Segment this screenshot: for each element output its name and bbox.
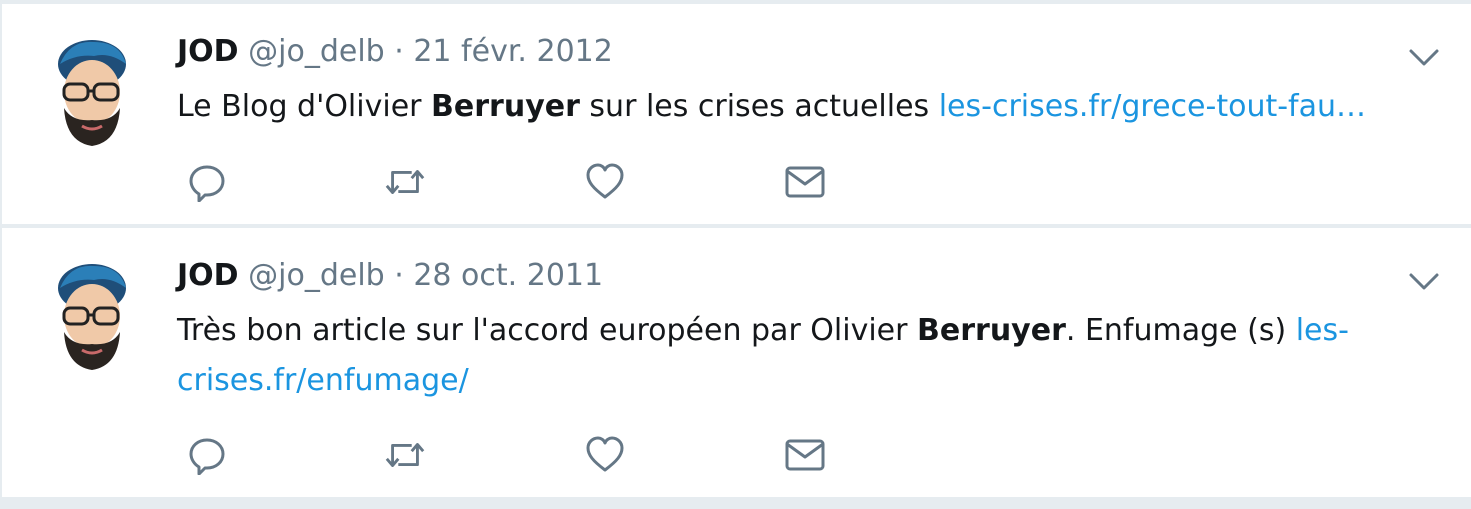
highlighted-term: Berruyer (431, 89, 580, 124)
user-name[interactable]: JOD (177, 258, 239, 293)
text-part: Le Blog d'Olivier (177, 89, 432, 124)
highlighted-term: Berruyer (917, 313, 1066, 348)
retweet-icon[interactable] (383, 433, 427, 477)
direct-message-icon[interactable] (783, 160, 827, 204)
avatar[interactable] (50, 258, 130, 374)
separator: · (394, 34, 404, 69)
reply-icon[interactable] (185, 160, 229, 204)
tweet-actions (185, 160, 845, 204)
chevron-down-icon[interactable] (1407, 264, 1441, 298)
tweet-date[interactable]: 28 oct. 2011 (413, 258, 603, 293)
tweet-text: Le Blog d'Olivier Berruyer sur les crise… (177, 82, 1377, 132)
timeline: JOD @jo_delb · 21 févr. 2012 Le Blog d'O… (0, 0, 1471, 509)
tweet-date[interactable]: 21 févr. 2012 (413, 34, 612, 69)
chevron-down-icon[interactable] (1407, 40, 1441, 74)
direct-message-icon[interactable] (783, 433, 827, 477)
tweet-actions (185, 433, 845, 477)
separator: · (394, 258, 404, 293)
user-handle[interactable]: @jo_delb (248, 34, 385, 69)
like-icon[interactable] (583, 433, 627, 477)
tweet-text: Très bon article sur l'accord européen p… (177, 306, 1377, 406)
tweet-link[interactable]: les-crises.fr/grece-tout-fau… (939, 89, 1366, 124)
avatar[interactable] (50, 34, 130, 150)
user-handle[interactable]: @jo_delb (248, 258, 385, 293)
retweet-icon[interactable] (383, 160, 427, 204)
text-part: Très bon article sur l'accord européen p… (177, 313, 918, 348)
text-part: sur les crises actuelles (579, 89, 939, 124)
tweet[interactable]: JOD @jo_delb · 28 oct. 2011 Très bon art… (2, 228, 1471, 497)
tweet-header: JOD @jo_delb · 28 oct. 2011 (177, 256, 603, 296)
tweet[interactable]: JOD @jo_delb · 21 févr. 2012 Le Blog d'O… (2, 4, 1471, 224)
text-part: . Enfumage (s) (1065, 313, 1296, 348)
user-name[interactable]: JOD (177, 34, 239, 69)
tweet-header: JOD @jo_delb · 21 févr. 2012 (177, 32, 613, 72)
like-icon[interactable] (583, 160, 627, 204)
reply-icon[interactable] (185, 433, 229, 477)
